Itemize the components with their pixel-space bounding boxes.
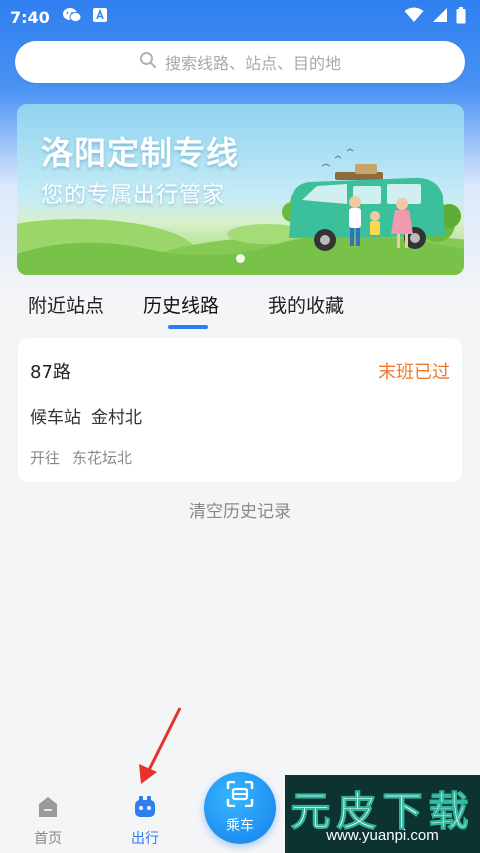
watermark-logo: 元皮下载 www.yuanpi.com (285, 775, 480, 853)
tab-nearby-stations[interactable]: 附近站点 (28, 291, 104, 318)
wechat-icon (62, 7, 82, 27)
tab-history-routes[interactable]: 历史线路 (143, 291, 219, 318)
search-bar[interactable]: 搜索线路、站点、目的地 (15, 41, 465, 83)
clear-history-button[interactable]: 清空历史记录 (0, 497, 480, 522)
banner-pagination (17, 254, 464, 263)
route-status: 末班已过 (378, 362, 450, 383)
banner-dot (236, 254, 245, 263)
banner-title: 洛阳定制专线 (41, 134, 240, 172)
ride-label: 乘车 (226, 818, 254, 834)
nav-home-label: 首页 (34, 831, 62, 847)
search-placeholder: 搜索线路、站点、目的地 (164, 54, 341, 73)
search-icon (139, 51, 157, 73)
scan-icon (226, 780, 254, 811)
route-name: 87路 (30, 362, 71, 383)
status-bar: 7:40 (0, 0, 480, 34)
active-tab-indicator (168, 325, 208, 329)
direction-station: 东花坛北 (72, 449, 133, 467)
waiting-station-name: 金村北 (91, 408, 142, 428)
promo-banner[interactable]: 洛阳定制专线 您的专属出行管家 (17, 104, 464, 275)
tab-bar: 附近站点 历史线路 我的收藏 (0, 285, 480, 333)
arrow-icon (139, 707, 182, 784)
direction-label: 开往 (30, 449, 61, 467)
signal-icon (432, 7, 448, 27)
direction-row: 开往 东花坛北 (30, 447, 132, 468)
nav-trip[interactable]: 出行 (115, 795, 175, 848)
battery-icon (456, 6, 466, 28)
nav-trip-label: 出行 (131, 831, 159, 847)
nav-home[interactable]: 首页 (18, 795, 78, 848)
app-notification-icon (92, 7, 108, 27)
tab-my-favorites[interactable]: 我的收藏 (268, 291, 344, 318)
status-time: 7:40 (10, 7, 50, 27)
home-icon (36, 795, 60, 823)
watermark-url: www.yuanpi.com (326, 827, 439, 844)
waiting-station-label: 候车站 (30, 408, 81, 428)
waiting-station-row: 候车站 金村北 (30, 403, 142, 428)
route-card[interactable]: 87路 末班已过 候车站 金村北 开往 东花坛北 (18, 338, 462, 482)
trip-icon (132, 795, 158, 823)
ride-button[interactable]: 乘车 (204, 772, 276, 844)
banner-subtitle: 您的专属出行管家 (41, 183, 226, 208)
wifi-icon (404, 7, 424, 27)
